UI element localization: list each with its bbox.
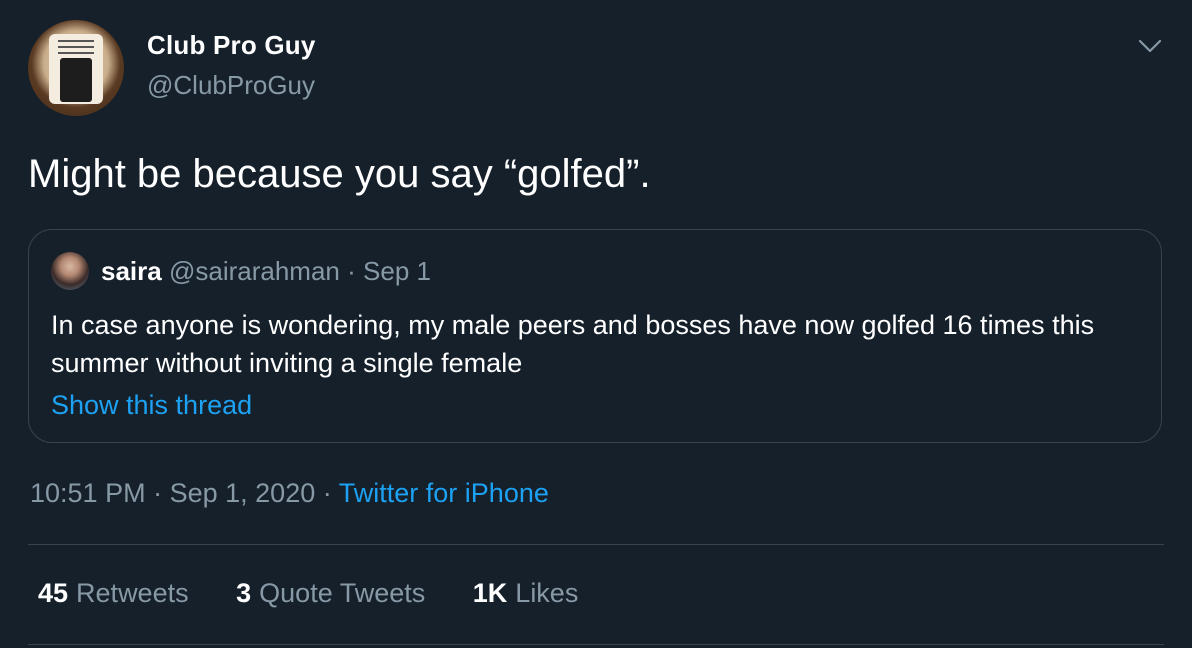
likes-count: 1K [472, 578, 508, 608]
quoted-author-name: saira [101, 256, 162, 286]
quote-tweets-stat[interactable]: 3 Quote Tweets [236, 578, 425, 609]
avatar-photo-bag [60, 58, 92, 102]
avatar-photo-line [58, 52, 94, 54]
quoted-separator: · [347, 256, 356, 286]
chevron-down-icon[interactable] [1137, 36, 1163, 56]
author-avatar[interactable] [28, 20, 124, 116]
tweet-source-link[interactable]: Twitter for iPhone [339, 478, 549, 508]
quoted-tweet[interactable]: saira @sairarahman · Sep 1 In case anyon… [28, 229, 1162, 443]
show-thread-link[interactable]: Show this thread [51, 390, 252, 421]
likes-stat[interactable]: 1K Likes [473, 578, 579, 609]
avatar-photo-line [58, 46, 94, 48]
likes-label: Likes [515, 578, 579, 608]
tweet-text: Might be because you say “golfed”. [28, 152, 651, 196]
quoted-date: Sep 1 [363, 256, 431, 286]
tweet-date[interactable]: Sep 1, 2020 [170, 478, 316, 508]
author-name[interactable]: Club Pro Guy [147, 30, 316, 61]
meta-separator: · [322, 478, 332, 508]
tweet-card: Club Pro Guy @ClubProGuy Might be becaus… [0, 0, 1192, 648]
meta-separator: · [153, 478, 163, 508]
divider [28, 644, 1164, 645]
tweet-meta: 10:51 PM · Sep 1, 2020 · Twitter for iPh… [30, 478, 549, 509]
author-handle[interactable]: @ClubProGuy [147, 70, 315, 101]
retweets-count: 45 [38, 578, 69, 608]
quote-tweets-label: Quote Tweets [259, 578, 426, 608]
quoted-tweet-header: saira @sairarahman · Sep 1 [101, 256, 431, 287]
divider [28, 544, 1164, 545]
retweets-label: Retweets [76, 578, 189, 608]
avatar-photo-line [58, 40, 94, 42]
quoted-tweet-text: In case anyone is wondering, my male pee… [51, 310, 1095, 378]
retweets-stat[interactable]: 45 Retweets [38, 578, 189, 609]
quoted-author-avatar [51, 252, 89, 290]
quoted-author-handle: @sairarahman [168, 256, 340, 286]
tweet-time[interactable]: 10:51 PM [30, 478, 146, 508]
tweet-stats: 45 Retweets 3 Quote Tweets 1K Likes [38, 578, 618, 609]
quote-tweets-count: 3 [236, 578, 252, 608]
